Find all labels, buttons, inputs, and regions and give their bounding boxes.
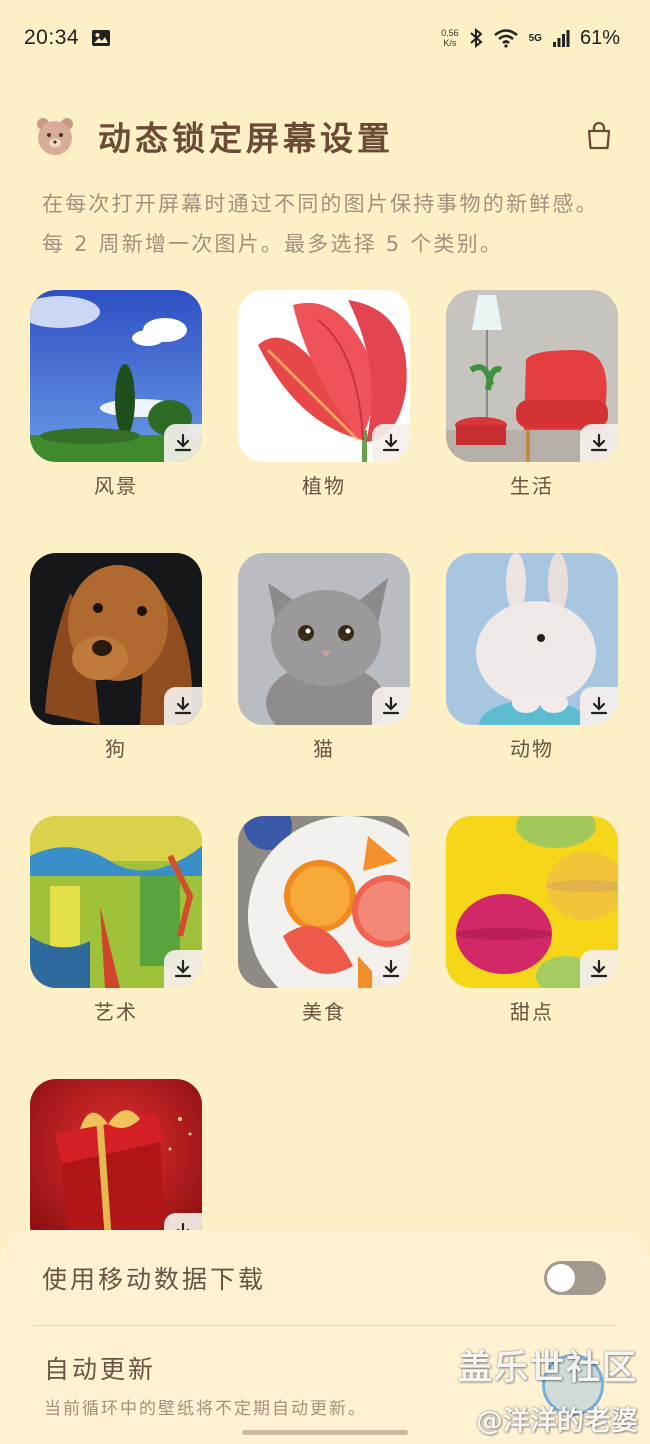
wifi-icon	[493, 29, 518, 48]
category-label: 风景	[94, 474, 138, 498]
category-grid: 风景 植物 生活 狗 猫 动物 艺术 美食 甜点	[30, 290, 620, 1288]
download-icon[interactable]	[164, 950, 202, 988]
divider	[34, 1325, 616, 1326]
category-label: 甜点	[510, 1000, 554, 1024]
battery-level: 61%	[579, 26, 620, 49]
network-speed: 0.56 K/s	[441, 28, 459, 48]
category-label: 艺术	[94, 1000, 138, 1024]
citrus-fruit-image[interactable]	[238, 816, 410, 988]
download-icon[interactable]	[580, 950, 618, 988]
mobile-data-setting[interactable]: 使用移动数据下载	[42, 1258, 606, 1298]
gift-box-image[interactable]	[30, 1079, 202, 1251]
bluetooth-icon	[469, 28, 483, 48]
category-tile-life[interactable]: 生活	[446, 290, 618, 499]
download-icon[interactable]	[580, 424, 618, 462]
rabbit-image[interactable]	[446, 553, 618, 725]
category-label: 美食	[302, 1000, 346, 1024]
download-icon[interactable]	[372, 950, 410, 988]
mobile-data-label: 使用移动数据下载	[42, 1265, 267, 1294]
bear-logo-icon	[37, 118, 73, 155]
dog-image[interactable]	[30, 553, 202, 725]
watermark: 盖乐世社区 @洋洋的老婆	[458, 1348, 638, 1437]
landscape-image[interactable]	[30, 290, 202, 462]
download-icon[interactable]	[372, 687, 410, 725]
shopping-bag-icon[interactable]	[584, 121, 614, 151]
category-label: 生活	[510, 474, 554, 498]
gallery-notification-icon	[92, 30, 111, 46]
tulip-image[interactable]	[238, 290, 410, 462]
download-icon[interactable]	[164, 424, 202, 462]
description: 在每次打开屏幕时通过不同的图片保持事物的新鲜感。每 2 周新增一次图片。最多选择…	[42, 192, 599, 256]
header: 动态锁定屏幕设置	[34, 108, 624, 164]
category-tile-art[interactable]: 艺术	[30, 816, 202, 1025]
cat-image[interactable]	[238, 553, 410, 725]
category-tile-dog[interactable]: 狗	[30, 553, 202, 762]
category-tile-animals[interactable]: 动物	[446, 553, 618, 762]
macaron-image[interactable]	[446, 816, 618, 988]
category-tile-food[interactable]: 美食	[238, 816, 410, 1025]
status-time: 20:34	[24, 26, 80, 49]
category-label: 动物	[510, 737, 554, 761]
armchair-image[interactable]	[446, 290, 618, 462]
toggle-knob	[547, 1264, 575, 1292]
signal-icon	[552, 30, 570, 47]
abstract-painting-image[interactable]	[30, 816, 202, 988]
mobile-data-toggle[interactable]	[544, 1261, 606, 1295]
download-icon[interactable]	[372, 424, 410, 462]
download-icon[interactable]	[164, 687, 202, 725]
category-tile-dessert[interactable]: 甜点	[446, 816, 618, 1025]
download-icon[interactable]	[580, 687, 618, 725]
category-tile-landscape[interactable]: 风景	[30, 290, 202, 499]
status-bar: 20:34 0.56 K/s 5G 61%	[0, 0, 650, 76]
category-label: 猫	[313, 737, 335, 761]
network-type: 5G	[528, 32, 542, 44]
category-label: 植物	[302, 474, 346, 498]
category-label: 狗	[105, 737, 127, 761]
page-title: 动态锁定屏幕设置	[98, 119, 394, 158]
category-tile-plants[interactable]: 植物	[238, 290, 410, 499]
category-tile-cat[interactable]: 猫	[238, 553, 410, 762]
home-indicator[interactable]	[242, 1430, 408, 1435]
